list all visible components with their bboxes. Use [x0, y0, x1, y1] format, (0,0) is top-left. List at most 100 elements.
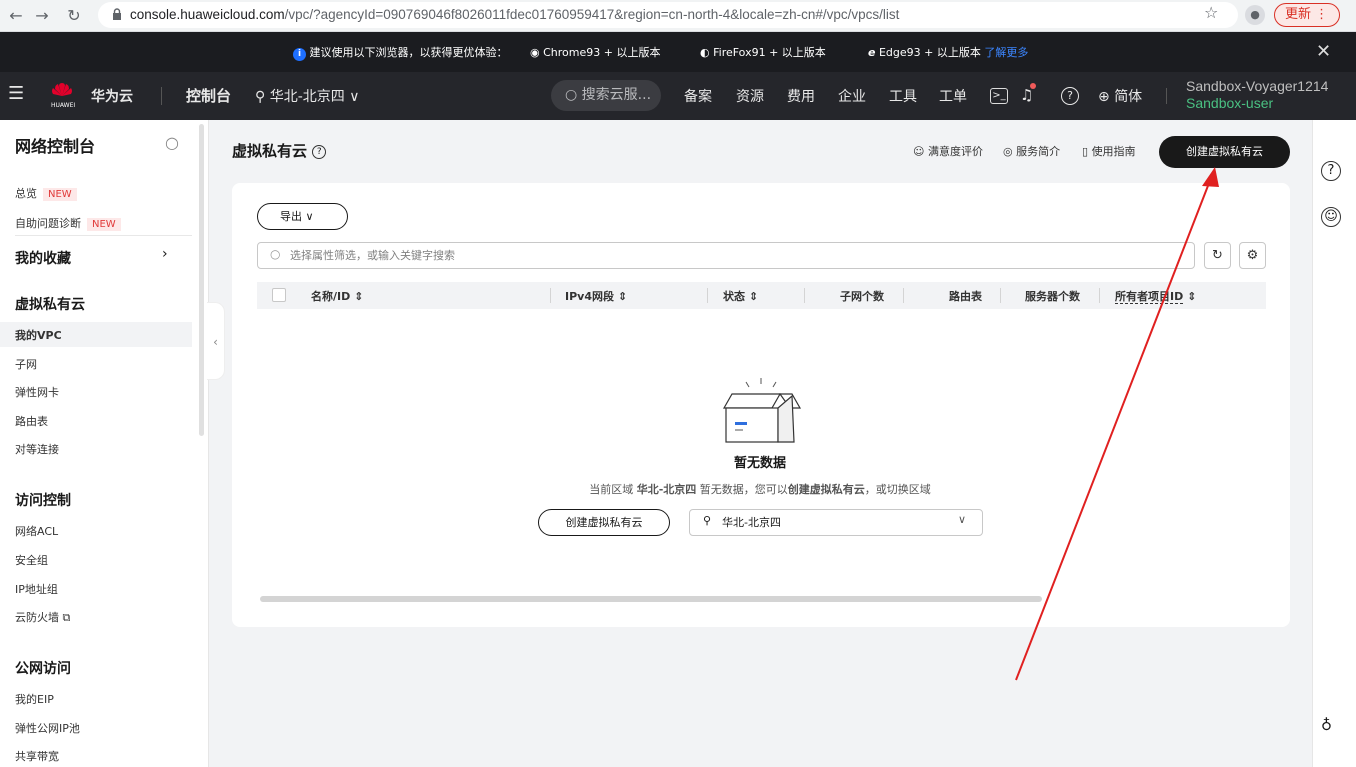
select-all-checkbox[interactable]: [272, 288, 286, 302]
empty-create-vpc-button[interactable]: 创建虚拟私有云: [538, 509, 670, 536]
sidebar-item-ip-group[interactable]: IP地址组: [15, 581, 58, 597]
browser-toolbar: ← → ↻ console.huaweicloud.com/vpc/?agenc…: [0, 0, 1356, 32]
help-icon[interactable]: ?: [312, 144, 327, 159]
service-search-input[interactable]: ○ 搜索云服...: [551, 80, 661, 111]
menu-icon[interactable]: ☰: [8, 83, 24, 104]
sidebar-favorites[interactable]: 我的收藏: [15, 248, 71, 268]
account-role: Sandbox-user: [1186, 95, 1274, 111]
back-icon[interactable]: ←: [4, 4, 28, 28]
col-ipv4-label: IPv4网段: [565, 290, 614, 303]
sidebar-item-eip-pool[interactable]: 弹性公网IP池: [15, 720, 80, 736]
chevron-right-icon[interactable]: ›: [162, 246, 168, 262]
account-name[interactable]: Sandbox-Voyager1214: [1186, 78, 1328, 94]
sidebar-item-route-table[interactable]: 路由表: [15, 413, 48, 429]
update-label: 更新: [1285, 7, 1312, 22]
profile-icon[interactable]: ●: [1245, 5, 1265, 25]
address-bar[interactable]: console.huaweicloud.com/vpc/?agencyId=09…: [98, 2, 1238, 28]
user-guide-link[interactable]: ▯ 使用指南: [1082, 143, 1136, 159]
region-switcher[interactable]: ⚲ 华北-北京四 ∨: [255, 86, 359, 106]
forward-icon[interactable]: →: [30, 4, 54, 28]
sidebar-item-security-group[interactable]: 安全组: [15, 552, 48, 568]
learn-more-link[interactable]: 了解更多: [984, 46, 1028, 59]
headset-support-icon[interactable]: ♁: [1321, 716, 1332, 734]
close-icon[interactable]: ✕: [1316, 41, 1331, 62]
sidebar-scrollbar[interactable]: [199, 124, 204, 436]
col-owner-project[interactable]: 所有者项目ID ⇕: [1115, 288, 1196, 304]
nav-resources[interactable]: 资源: [736, 86, 764, 106]
help-icon[interactable]: ?: [1061, 87, 1079, 105]
sidebar-item-cfw[interactable]: 云防火墙 ⧉: [15, 609, 70, 625]
col-subnets: 子网个数: [840, 290, 884, 303]
user-guide-label: 使用指南: [1091, 145, 1136, 158]
console-link[interactable]: 控制台: [186, 85, 231, 106]
sidebar-item-my-vpc[interactable]: 我的VPC: [15, 327, 62, 343]
sidebar-section-public: 公网访问: [15, 661, 71, 677]
divider: [161, 87, 162, 105]
column-divider: [1099, 288, 1100, 303]
browser-update-button[interactable]: 更新 ⋮: [1274, 3, 1340, 27]
create-vpc-button[interactable]: 创建虚拟私有云: [1159, 136, 1290, 168]
sidebar-item-eni[interactable]: 弹性网卡: [15, 384, 59, 400]
satisfaction-link[interactable]: ☺ 满意度评价: [913, 143, 983, 159]
service-intro-label: 服务简介: [1016, 145, 1061, 158]
col-name-id[interactable]: 名称/ID ⇕: [311, 288, 363, 304]
refresh-icon[interactable]: ↻: [1204, 242, 1231, 269]
col-status[interactable]: 状态 ⇕: [723, 288, 758, 304]
chrome-icon: ◉: [530, 46, 540, 59]
col-ipv4[interactable]: IPv4网段 ⇕: [565, 288, 627, 304]
desc-create-link[interactable]: 创建虚拟私有云: [788, 483, 865, 496]
sidebar-title: 网络控制台: [15, 137, 96, 156]
sidebar-item-bandwidth[interactable]: 共享带宽: [15, 748, 59, 764]
empty-state-description: 当前区域 华北-北京四 暂无数据，您可以创建虚拟私有云，或切换区域: [480, 481, 1040, 497]
url-host: console.huaweicloud.com: [130, 7, 285, 22]
console-top-nav: ☰ HUAWEI 华为云 控制台 ⚲ 华北-北京四 ∨ ○ 搜索云服... 备案…: [0, 72, 1356, 120]
help-icon[interactable]: ?: [1321, 161, 1341, 181]
sidebar-search-icon[interactable]: ○: [165, 133, 179, 152]
region-select[interactable]: 华北-北京四: [689, 509, 983, 536]
col-owner-label: 所有者项目ID: [1115, 290, 1184, 304]
language-switcher[interactable]: ⊕ 简体: [1098, 86, 1142, 106]
service-intro-link[interactable]: ◎ 服务简介: [1003, 143, 1060, 159]
firefox-label: FireFox91 + 以上版本: [713, 46, 826, 59]
lock-icon: [113, 8, 121, 20]
reload-icon[interactable]: ↻: [62, 4, 86, 28]
column-divider: [1000, 288, 1001, 303]
sidebar-item-self-diagnosis[interactable]: 自助问题诊断 NEW: [15, 215, 121, 231]
self-diag-label: 自助问题诊断: [15, 217, 81, 230]
cloud-shell-icon[interactable]: >_: [990, 88, 1008, 104]
column-divider: [707, 288, 708, 303]
settings-gear-icon[interactable]: ⚙: [1239, 242, 1266, 269]
nav-billing[interactable]: 费用: [787, 86, 815, 106]
column-divider: [550, 288, 551, 303]
external-link-icon: ⧉: [62, 611, 71, 624]
export-button[interactable]: 导出 ∨: [257, 203, 348, 230]
huawei-logo-icon[interactable]: [49, 82, 75, 100]
filter-placeholder: 选择属性筛选，或输入关键字搜索: [290, 249, 455, 262]
filter-search-input[interactable]: 选择属性筛选，或输入关键字搜索: [257, 242, 1195, 269]
browser-notice-bar: i 建议使用以下浏览器，以获得更优体验： ◉ Chrome93 + 以上版本 ◐…: [0, 32, 1356, 72]
sidebar-item-subnet[interactable]: 子网: [15, 356, 37, 372]
location-icon: ⚲: [255, 89, 266, 105]
globe-icon: ⊕: [1098, 89, 1110, 105]
firefox-item: ◐ FireFox91 + 以上版本: [700, 44, 826, 60]
sidebar-item-peering[interactable]: 对等连接: [15, 441, 59, 457]
language-label: 简体: [1114, 89, 1143, 105]
horizontal-scrollbar[interactable]: [260, 596, 1042, 602]
url-path: /vpc/?agencyId=090769046f8026011fdec0176…: [284, 7, 900, 22]
sidebar-item-eip[interactable]: 我的EIP: [15, 691, 54, 707]
sidebar-collapse-button[interactable]: ‹: [207, 302, 225, 380]
sidebar-item-overview[interactable]: 总览 NEW: [15, 185, 77, 201]
nav-tools[interactable]: 工具: [889, 86, 917, 106]
sidebar-item-acl[interactable]: 网络ACL: [15, 523, 58, 539]
nav-enterprise[interactable]: 企业: [838, 86, 866, 106]
col-name-label: 名称/ID: [311, 290, 351, 303]
overview-label: 总览: [15, 187, 37, 200]
sort-icon: ⇕: [1187, 290, 1197, 303]
brand-name[interactable]: 华为云: [91, 86, 133, 106]
nav-filing[interactable]: 备案: [684, 86, 712, 106]
nav-tickets[interactable]: 工单: [939, 86, 967, 106]
bookmark-star-icon[interactable]: ☆: [1204, 3, 1218, 22]
table-header: 名称/ID ⇕ IPv4网段 ⇕ 状态 ⇕ 子网个数 路由表 服务器个数 所有者…: [257, 282, 1266, 309]
smile-feedback-icon[interactable]: ☺: [1321, 207, 1341, 227]
empty-box-illustration: [722, 378, 802, 443]
